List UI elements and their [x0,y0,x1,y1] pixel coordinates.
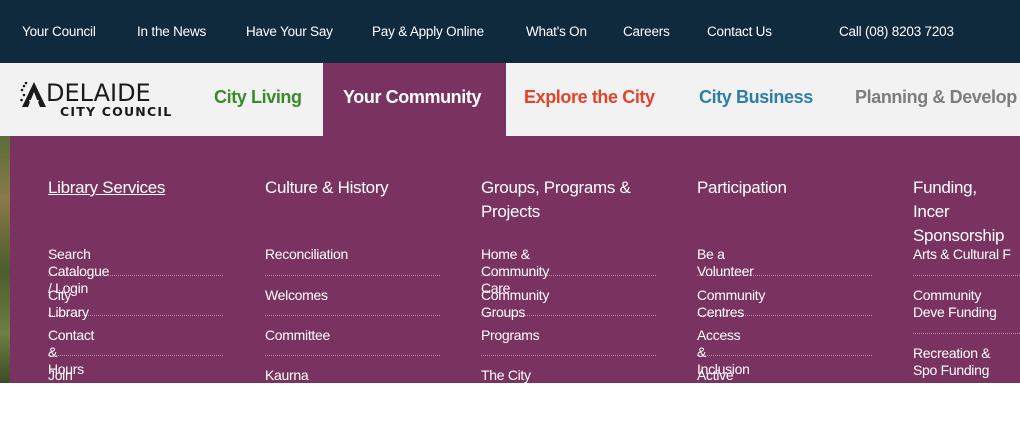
divider [265,275,440,276]
divider [265,355,440,356]
util-link-contact-us[interactable]: Contact Us [707,24,772,39]
nav-planning-development[interactable]: Planning & Develop [855,87,1017,108]
menu-link-community-development-funding[interactable]: Community Deve Funding [913,287,1013,321]
util-link-your-council[interactable]: Your Council [22,24,96,39]
logo-wordmark: DELAIDE [46,79,151,107]
menu-link-kaurna[interactable]: Kaurna [265,367,309,384]
utility-bar: Your Council In the News Have Your Say P… [0,0,1020,63]
column-heading-participation[interactable]: Participation [697,176,867,200]
menu-link-join-us[interactable]: Join Us [48,367,73,401]
divider [48,315,223,316]
menu-link-arts-cultural-funding[interactable]: Arts & Cultural F [913,246,1017,263]
column-heading-groups-programs-projects[interactable]: Groups, Programs & Projects [481,176,651,224]
divider [481,315,656,316]
menu-link-committee[interactable]: Committee [265,327,330,344]
divider [481,355,656,356]
logo-subtitle: CITY COUNCIL [60,104,173,119]
column-heading-culture-history[interactable]: Culture & History [265,176,435,200]
menu-link-reconciliation[interactable]: Reconciliation [265,246,348,263]
nav-city-business[interactable]: City Business [699,87,813,108]
divider [697,315,872,316]
divider [697,355,872,356]
nav-city-living[interactable]: City Living [214,87,302,108]
divider [48,275,223,276]
util-link-pay-apply-online[interactable]: Pay & Apply Online [372,24,484,39]
divider [913,333,1020,334]
mega-menu-your-community: Library Services Search Catalogue / Logi… [10,136,1020,434]
column-heading-funding-sponsorship[interactable]: Funding, Incer Sponsorship [913,176,1017,248]
divider [265,315,440,316]
util-link-careers[interactable]: Careers [623,24,670,39]
menu-link-recreation-sport-funding[interactable]: Recreation & Spo Funding [913,345,1017,379]
divider [48,355,223,356]
divider [697,275,872,276]
util-link-in-the-news[interactable]: In the News [137,24,206,39]
util-link-have-your-say[interactable]: Have Your Say [246,24,333,39]
util-phone[interactable]: Call (08) 8203 7203 [839,24,954,39]
column-heading-library-services[interactable]: Library Services [48,176,218,200]
background-photo [0,136,10,383]
menu-link-welcomes[interactable]: Welcomes [265,287,328,304]
nav-your-community[interactable]: Your Community [343,87,481,108]
menu-link-city-of-adelaide-prize[interactable]: The City of Adelaide Prize [481,367,533,435]
divider [481,275,656,276]
menu-link-programs[interactable]: Programs [481,327,540,344]
adelaide-logo[interactable]: DELAIDE CITY COUNCIL [20,78,180,123]
menu-link-active-in-the-city[interactable]: Active in the City [697,367,734,418]
main-nav: DELAIDE CITY COUNCIL City Living Your Co… [0,63,1020,136]
divider [913,275,1020,276]
util-link-whats-on[interactable]: What's On [526,24,587,39]
nav-explore-the-city[interactable]: Explore the City [524,87,655,108]
